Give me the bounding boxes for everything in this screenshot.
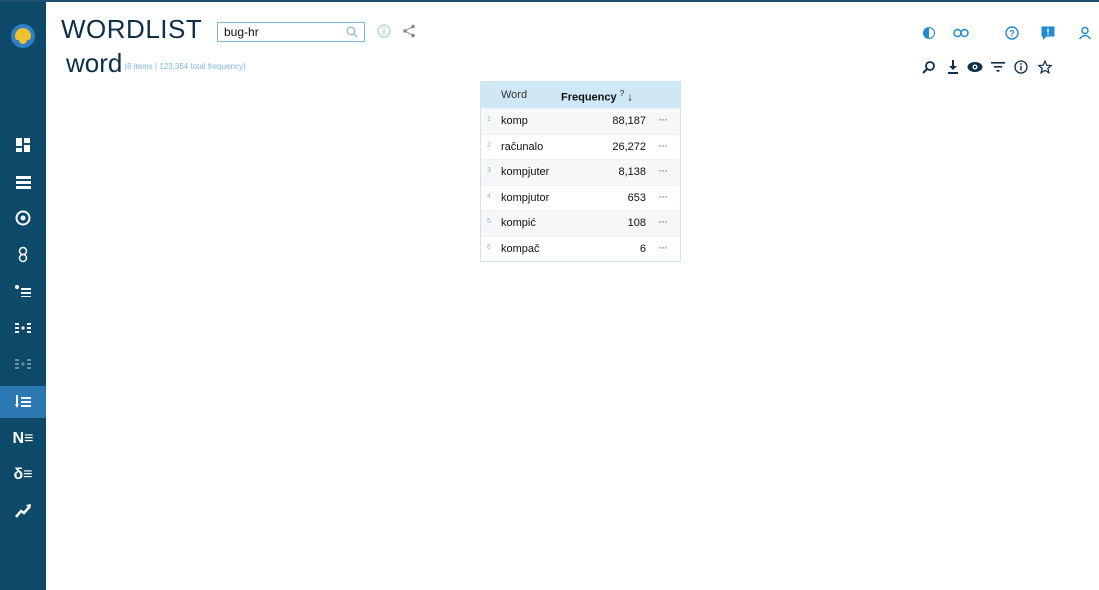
more-options-icon[interactable]: ···	[658, 163, 668, 177]
frequency-help-icon[interactable]: ?	[620, 89, 624, 98]
parallel-concordance-icon[interactable]	[0, 312, 46, 344]
row-frequency: 88,187	[612, 115, 646, 127]
help-icon[interactable]: ?	[1003, 24, 1021, 42]
table-row: 3 kompjuter 8,138 ···	[481, 159, 680, 185]
info-circle-icon[interactable]	[1012, 58, 1030, 76]
table-body: 1 komp 88,187 ··· 2 računalo 26,272 ··· 3 kompjut…	[481, 108, 680, 261]
row-frequency: 26,272	[612, 140, 646, 153]
table-row: 4 kompjutor 653 ···	[481, 184, 680, 211]
app-logo[interactable]	[11, 24, 35, 48]
table-row: 5 kompić 108 ···	[481, 210, 680, 236]
corpus-search-input[interactable]	[224, 24, 334, 40]
list-icon[interactable]	[0, 166, 46, 198]
table-header: Word Frequency ? ↓	[481, 82, 680, 108]
row-word[interactable]: kompjutor	[501, 192, 549, 204]
more-options-icon[interactable]: ···	[658, 189, 668, 203]
row-word[interactable]: računalo	[501, 141, 543, 153]
row-frequency: 8,138	[618, 166, 646, 178]
feedback-icon[interactable]	[1039, 24, 1057, 42]
sidebar: N≡ δ≡	[0, 2, 46, 590]
more-options-icon[interactable]: ···	[658, 240, 668, 254]
table-row: 6 kompač 6 ···	[481, 235, 680, 262]
row-frequency: 653	[627, 191, 646, 204]
more-options-icon[interactable]: ···	[658, 112, 668, 126]
info-icon[interactable]	[377, 24, 391, 43]
column-header-word[interactable]: Word	[501, 89, 527, 101]
svg-text:?: ?	[1009, 29, 1015, 39]
parallel-disabled-icon	[0, 348, 46, 380]
filter-icon[interactable]	[989, 58, 1007, 76]
corpus-search[interactable]	[217, 22, 365, 42]
attribute-label: word	[66, 48, 123, 78]
app-title: WORDLIST	[61, 14, 203, 44]
table-row: 1 komp 88,187 ···	[481, 108, 680, 134]
row-index: 1	[487, 116, 491, 123]
wordlist-table: Word Frequency ? ↓ 1 komp 88,187 ··· 2 računa…	[480, 81, 681, 262]
row-index: 3	[487, 167, 491, 174]
keywords-icon[interactable]: δ≡	[0, 459, 46, 491]
share-icon[interactable]	[402, 24, 416, 43]
target-icon[interactable]	[0, 202, 46, 234]
star-icon[interactable]	[1036, 58, 1054, 76]
link-icon[interactable]	[952, 24, 970, 42]
row-word[interactable]: komp	[501, 115, 528, 127]
row-index: 2	[487, 141, 491, 149]
frequency-header-label: Frequency	[561, 91, 617, 104]
theme-icon[interactable]	[920, 24, 938, 42]
row-frequency: 108	[627, 217, 646, 229]
sort-down-icon[interactable]: ↓	[627, 92, 633, 104]
collocation-link-icon[interactable]	[0, 238, 46, 270]
row-index: 5	[487, 218, 491, 225]
eye-icon[interactable]	[966, 58, 984, 76]
dashboard-icon[interactable]	[0, 129, 46, 161]
table-row: 2 računalo 26,272 ···	[481, 133, 680, 160]
download-icon[interactable]	[944, 58, 962, 76]
result-summary: (6 items | 123,364 total frequency)	[124, 62, 246, 71]
trends-icon[interactable]	[0, 495, 46, 527]
search-result-icon[interactable]	[920, 58, 938, 76]
more-options-icon[interactable]: ···	[658, 138, 668, 152]
user-icon[interactable]	[1076, 24, 1094, 42]
row-index: 4	[487, 192, 491, 200]
row-word[interactable]: kompić	[501, 217, 536, 229]
row-word[interactable]: kompjuter	[501, 166, 549, 178]
page-title: word (6 items | 123,364 total frequency)	[66, 48, 246, 79]
wordlist-bullet-icon[interactable]	[0, 275, 46, 307]
ngram-icon[interactable]: N≡	[0, 423, 46, 455]
more-options-icon[interactable]: ···	[658, 214, 668, 228]
row-frequency: 6	[639, 242, 646, 255]
top-border	[0, 0, 1099, 2]
wordlist-sort-icon[interactable]	[0, 386, 46, 418]
row-word[interactable]: kompač	[501, 243, 540, 255]
row-index: 6	[487, 243, 491, 251]
search-icon[interactable]	[346, 25, 358, 43]
column-header-frequency[interactable]: Frequency ? ↓	[561, 89, 633, 104]
